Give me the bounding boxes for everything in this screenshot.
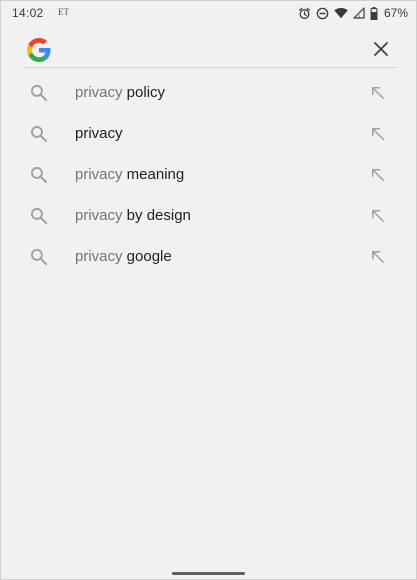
clear-search-button[interactable] [369, 37, 393, 61]
suggestion-text: privacy policy [75, 84, 165, 101]
suggestion-list: privacy policy privacy privacy meaning p… [1, 72, 417, 277]
do-not-disturb-icon [316, 7, 329, 20]
suggestion-item[interactable]: privacy meaning [1, 154, 417, 195]
alarm-icon [298, 7, 311, 20]
battery-icon [370, 6, 378, 20]
suggestion-completion: by design [122, 207, 191, 224]
suggestion-prefix: privacy [75, 166, 123, 183]
suggestion-item[interactable]: privacy policy [1, 72, 417, 113]
suggestion-completion: meaning [122, 166, 185, 183]
gesture-nav-handle[interactable] [172, 572, 245, 575]
suggestion-text: privacy meaning [75, 166, 184, 183]
suggestion-completion: privacy [75, 125, 123, 142]
suggestion-completion: policy [122, 84, 166, 101]
screen: 14:02 ET 67% privacy policy privacy priv… [0, 0, 417, 580]
suggestion-prefix: privacy [75, 207, 123, 224]
fill-query-arrow-icon[interactable] [369, 248, 387, 266]
status-bar: 14:02 ET 67% [1, 1, 417, 25]
search-input[interactable] [67, 37, 347, 63]
search-icon [29, 83, 49, 103]
search-icon [29, 124, 49, 144]
status-carrier: ET [58, 7, 69, 17]
search-icon [29, 206, 49, 226]
search-icon [29, 165, 49, 185]
suggestion-prefix: privacy [75, 248, 123, 265]
fill-query-arrow-icon[interactable] [369, 125, 387, 143]
suggestion-text: privacy google [75, 248, 172, 265]
suggestion-completion: google [122, 248, 172, 265]
search-icon [29, 247, 49, 267]
status-icons: 67% [298, 4, 408, 22]
wifi-icon [334, 7, 348, 19]
suggestion-text: privacy [75, 125, 123, 142]
suggestion-item[interactable]: privacy google [1, 236, 417, 277]
status-time: 14:02 [12, 6, 44, 20]
search-bar [23, 29, 397, 68]
battery-percent: 67% [383, 6, 408, 20]
fill-query-arrow-icon[interactable] [369, 207, 387, 225]
suggestion-item[interactable]: privacy by design [1, 195, 417, 236]
fill-query-arrow-icon[interactable] [369, 166, 387, 184]
suggestion-prefix: privacy [75, 84, 123, 101]
suggestion-item[interactable]: privacy [1, 113, 417, 154]
close-icon [374, 42, 388, 56]
suggestion-text: privacy by design [75, 207, 191, 224]
google-g-logo-icon [27, 38, 51, 62]
fill-query-arrow-icon[interactable] [369, 84, 387, 102]
cell-signal-icon [353, 7, 365, 19]
